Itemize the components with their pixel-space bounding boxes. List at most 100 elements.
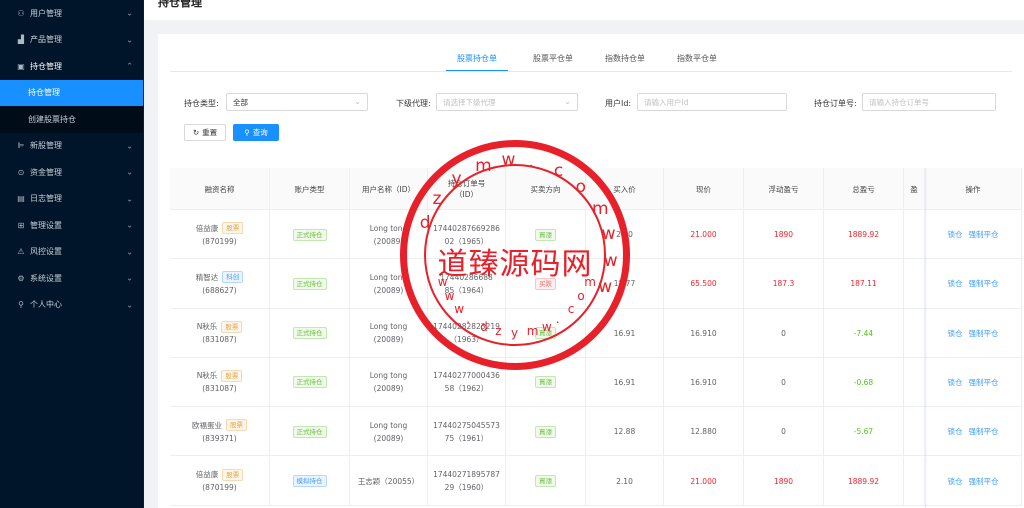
actions-cell: 锁仓 强制平仓 — [925, 456, 1022, 506]
reset-button[interactable]: ↻ 重置 — [184, 124, 226, 141]
lock-position-link[interactable]: 锁仓 — [948, 327, 963, 340]
column-header: 现价 — [664, 168, 744, 210]
sidebar-subitem-1[interactable]: 创建股票持仓 — [0, 106, 143, 133]
total-pnl-cell: -7.44 — [824, 308, 904, 358]
direction-cell: 买跌 — [506, 259, 586, 309]
sidebar-item-label: 用户管理 — [30, 8, 62, 18]
stock-kind-badge: 股票 — [222, 222, 244, 234]
stock-kind-badge: 股票 — [222, 468, 244, 481]
table-header: 融资名称 账户类型 用户名称（ID） 持仓订单号 （ID） 买卖方向 买入价 现价 浮动盈亏 总盈… — [170, 168, 1022, 210]
cell-text: 02（1965） — [444, 236, 489, 246]
extra-cell — [904, 210, 925, 259]
cell-text: Long tong — [369, 223, 408, 233]
lock-position-link[interactable]: 锁仓 — [948, 475, 963, 488]
stock-code: (839371) — [202, 433, 237, 443]
buy-price-cell: 16.91 — [586, 357, 664, 407]
force-close-link[interactable]: 强制平仓 — [969, 228, 999, 241]
lock-position-link[interactable]: 锁仓 — [948, 277, 963, 290]
lock-position-link[interactable]: 锁仓 — [948, 376, 963, 389]
sidebar-item-6[interactable]: ⊞ 管理设置 ⌄ — [0, 212, 143, 239]
stock-name-cell: N秋乐 股票 (831087) — [170, 308, 270, 358]
chevron-down-icon: ⌄ — [126, 273, 133, 283]
actions-cell: 锁仓 强制平仓 — [925, 259, 1022, 309]
column-header: 操作 — [925, 168, 1022, 210]
sidebar-subitem-0[interactable]: 持仓管理 — [0, 79, 143, 106]
position-icon: ▣ — [17, 61, 25, 71]
chevron-down-icon: ⌄ — [354, 97, 361, 106]
direction-cell: 買漲 — [506, 357, 586, 407]
cell-text: (20089) — [373, 433, 404, 443]
user-cell: 王志颖（20055） — [350, 456, 428, 506]
column-header: 买入价 — [586, 168, 664, 210]
column-header: 总盈亏 — [824, 168, 904, 210]
lock-position-link[interactable]: 锁仓 — [948, 228, 963, 241]
stock-kind-badge: 股票 — [226, 419, 247, 432]
account-type-badge: 正式持仓 — [292, 228, 327, 241]
force-close-link[interactable]: 强制平仓 — [969, 376, 999, 389]
sidebar-item-8[interactable]: ⚙ 系统设置 ⌄ — [0, 265, 143, 292]
user-id-input[interactable]: 请输入用户Id — [637, 93, 787, 111]
cell-text: 12.88 — [613, 427, 636, 437]
tab-stock-closed[interactable]: 股票平仓单 — [522, 52, 584, 72]
chevron-down-icon: ⌄ — [126, 194, 133, 204]
chevron-down-icon: ⌄ — [126, 141, 133, 151]
chevron-down-icon: ⌄ — [126, 8, 133, 18]
sidebar-item-7[interactable]: ⚠ 风控设置 ⌄ — [0, 239, 143, 266]
cell-text: (20089) — [373, 384, 404, 394]
sidebar-item-label: 个人中心 — [30, 300, 62, 310]
position-type-select[interactable]: 全部 ⌄ — [226, 93, 368, 111]
total-pnl-cell: -5.67 — [824, 407, 904, 457]
stock-name-cell: 精智达 科创 (688627) — [170, 259, 270, 309]
force-close-link[interactable]: 强制平仓 — [969, 425, 999, 438]
order-no-cell: 17440275045573 75（1961） — [428, 407, 506, 457]
sidebar-item-3[interactable]: ⊫ 新股管理 ⌄ — [0, 133, 143, 160]
page-title: 持仓管理 — [158, 0, 202, 9]
order-no-cell: 17440271895787 29（1960） — [428, 456, 506, 506]
sidebar-item-9[interactable]: ⚲ 个人中心 ⌄ — [0, 292, 143, 319]
tab-index-closed[interactable]: 指数平仓单 — [666, 52, 728, 72]
order-no-placeholder: 请输入持仓订单号 — [869, 97, 929, 107]
cell-text: 21.000 — [690, 230, 717, 239]
cell-text: 58（1962） — [444, 384, 489, 394]
sidebar-item-1[interactable]: ▟ 产品管理 ⌄ — [0, 27, 143, 54]
stock-name-text: 倍益康 — [195, 223, 219, 233]
column-header: 融资名称 — [170, 168, 270, 210]
force-close-link[interactable]: 强制平仓 — [969, 475, 999, 488]
chevron-down-icon: ⌄ — [126, 220, 133, 230]
person-icon: ⚲ — [18, 300, 24, 310]
actions-cell: 锁仓 强制平仓 — [925, 407, 1022, 457]
direction-badge: 买跌 — [535, 277, 556, 290]
sidebar-item-label: 新股管理 — [30, 141, 62, 151]
cell-text: Long tong — [369, 420, 408, 430]
sub-agent-select[interactable]: 请选择下级代理 ⌄ — [436, 93, 578, 111]
cell-text: 17440277000436 — [433, 371, 500, 381]
tab-index-positions[interactable]: 指数持仓单 — [594, 52, 656, 72]
direction-cell: 買漲 — [506, 407, 586, 457]
force-close-link[interactable]: 强制平仓 — [969, 277, 999, 290]
sub-agent-label: 下级代理: — [396, 99, 431, 108]
float-pnl-cell: 1890 — [744, 210, 824, 259]
cell-text: Long tong — [369, 322, 408, 332]
cell-text: 16.910 — [690, 328, 717, 338]
sidebar-item-label: 管理设置 — [30, 220, 62, 230]
cell-text: 0 — [781, 377, 786, 387]
order-no-input[interactable]: 请输入持仓订单号 — [862, 93, 996, 111]
lock-position-link[interactable]: 锁仓 — [948, 425, 963, 438]
chart-icon: ▟ — [17, 35, 25, 45]
tab-stock-positions[interactable]: 股票持仓单 — [446, 52, 508, 72]
chevron-down-icon: ⌄ — [126, 300, 133, 310]
sidebar-item-0[interactable]: ⚇ 用户管理 ⌄ — [0, 0, 143, 27]
sidebar-item-label: 日志管理 — [30, 194, 62, 204]
stock-name-cell: N秋乐 股票 (831087) — [170, 357, 270, 407]
cell-text: 16.91 — [613, 328, 636, 338]
ipo-icon: ⊫ — [17, 141, 25, 151]
sidebar-item-4[interactable]: ⊙ 资金管理 ⌄ — [0, 159, 143, 186]
current-price-cell: 16.910 — [664, 357, 744, 407]
sidebar-item-label: 资金管理 — [30, 167, 62, 177]
search-button[interactable]: ⚲ 查询 — [233, 124, 279, 141]
sidebar-item-2[interactable]: ▣ 持仓管理 ⌃ — [0, 53, 143, 80]
user-cell: Long tong (20089) — [350, 407, 428, 457]
force-close-link[interactable]: 强制平仓 — [969, 327, 999, 340]
sub-agent-placeholder: 请选择下级代理 — [443, 97, 496, 107]
sidebar-item-5[interactable]: ▤ 日志管理 ⌄ — [0, 186, 143, 213]
